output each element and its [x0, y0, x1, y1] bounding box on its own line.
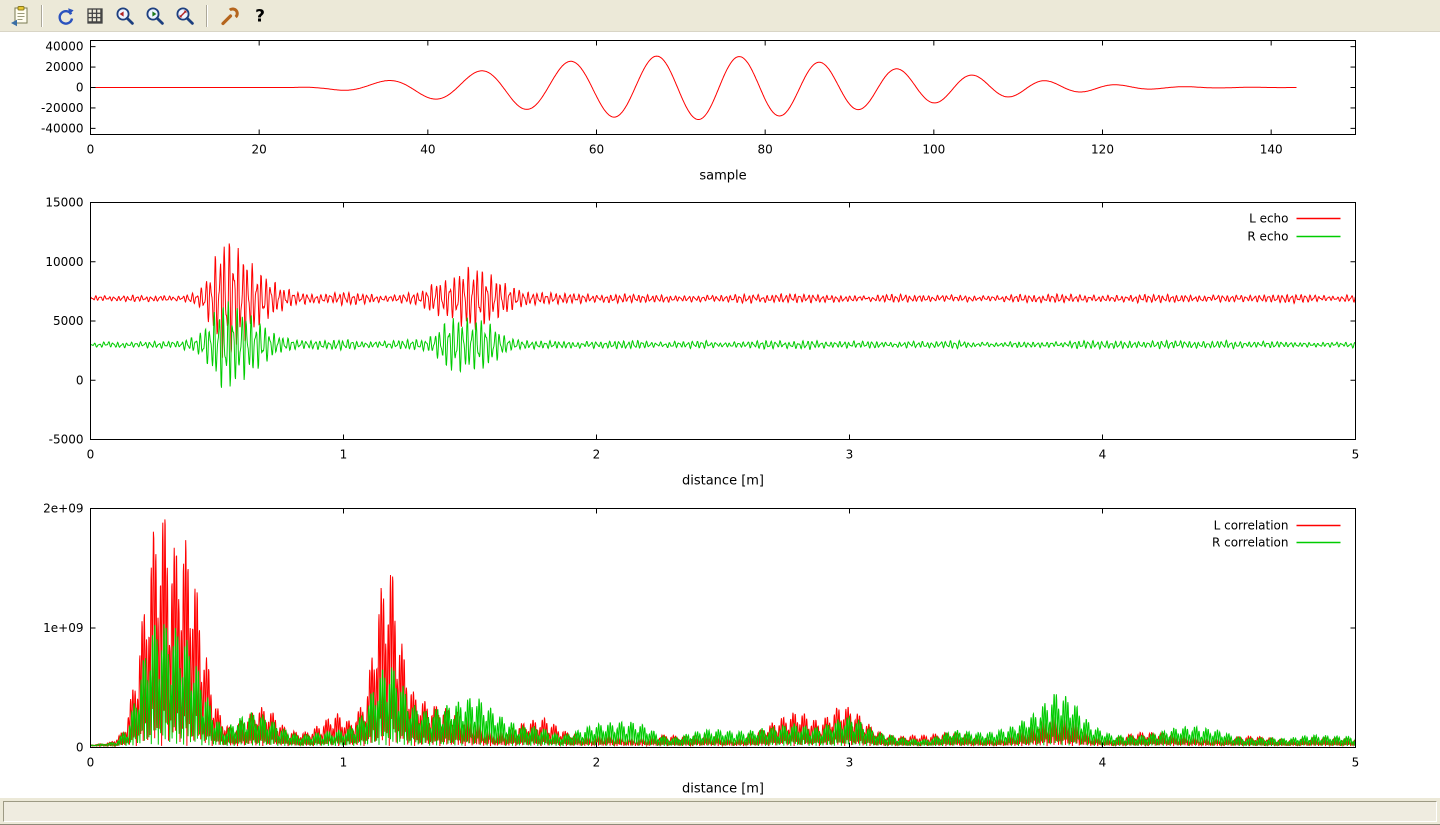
x-tick-label: 120: [1091, 143, 1114, 157]
x-tick-label: 5: [1352, 756, 1360, 770]
x-tick-label: 5: [1352, 448, 1360, 462]
toolbar-separator: [206, 5, 208, 27]
y-tick-label: -40000: [41, 121, 84, 135]
series-signal: [91, 56, 1297, 119]
toolbar: ?: [0, 0, 1440, 32]
y-tick-label: 0: [76, 741, 84, 755]
autoscale-button[interactable]: [171, 2, 198, 29]
y-tick-label: -20000: [41, 101, 84, 115]
svg-text:?: ?: [255, 6, 265, 26]
zoom-previous-icon: [114, 5, 136, 27]
y-tick-label: 0: [76, 373, 84, 387]
legend-label: L correlation: [1214, 519, 1289, 533]
plots-svg: 020406080100120140-40000-200000200004000…: [0, 32, 1440, 797]
help-button[interactable]: ?: [246, 2, 273, 29]
y-tick-label: 15000: [45, 196, 83, 210]
x-tick-label: 2: [593, 756, 601, 770]
y-tick-label: 1e+09: [43, 621, 83, 635]
series-l-correlation: [91, 519, 1356, 746]
x-tick-label: 20: [252, 143, 267, 157]
y-tick-label: 5000: [53, 314, 84, 328]
plot-border: [91, 509, 1356, 748]
x-tick-label: 0: [87, 448, 95, 462]
x-tick-label: 2: [593, 448, 601, 462]
copy-to-clipboard-button[interactable]: [6, 2, 33, 29]
config-icon: [219, 5, 241, 27]
status-text: [3, 801, 1437, 822]
clipboard-icon: [9, 5, 31, 27]
legend-label: R correlation: [1212, 536, 1289, 550]
x-tick-label: 1: [340, 756, 348, 770]
y-tick-label: 20000: [45, 60, 83, 74]
x-axis-label: distance [m]: [682, 474, 764, 489]
plot-0: 0 20 40 60 80 100 120 140 -40000 -20000 0 20000 4000…: [41, 40, 1356, 184]
toggle-grid-button[interactable]: [81, 2, 108, 29]
x-tick-label: 100: [922, 143, 945, 157]
configure-button[interactable]: [216, 2, 243, 29]
x-tick-label: 3: [846, 756, 854, 770]
x-tick-label: 60: [589, 143, 604, 157]
legend-label: L echo: [1249, 212, 1288, 226]
y-tick-label: 10000: [45, 255, 83, 269]
x-axis-label: distance [m]: [682, 782, 764, 797]
zoom-next-icon: [144, 5, 166, 27]
y-tick-label: 2e+09: [43, 502, 83, 516]
x-tick-label: 3: [846, 448, 854, 462]
plot-border: [91, 203, 1356, 440]
series-r-echo: [91, 301, 1356, 387]
replot-button[interactable]: [51, 2, 78, 29]
autoscale-icon: [174, 5, 196, 27]
y-tick-label: 0: [76, 81, 84, 95]
plot-canvas[interactable]: 020406080100120140-40000-200000200004000…: [0, 32, 1440, 797]
x-tick-label: 80: [758, 143, 773, 157]
grid-icon: [84, 5, 106, 27]
legend-label: R echo: [1247, 230, 1288, 244]
y-tick-label: -5000: [49, 433, 84, 447]
zoom-previous-button[interactable]: [111, 2, 138, 29]
zoom-next-button[interactable]: [141, 2, 168, 29]
plot-1: 012345-5000050001000015000distance [m]L …: [45, 196, 1359, 489]
y-tick-label: 40000: [45, 40, 83, 54]
x-tick-label: 40: [420, 143, 435, 157]
x-tick-label: 1: [340, 448, 348, 462]
x-tick-label: 0: [87, 756, 95, 770]
status-bar: [0, 797, 1440, 825]
x-tick-label: 0: [87, 143, 95, 157]
help-icon: ?: [249, 5, 271, 27]
x-tick-label: 140: [1260, 143, 1283, 157]
gnuplot-window: ? 020406080100120140-40000-2000002000040…: [0, 0, 1440, 825]
x-tick-label: 4: [1099, 448, 1107, 462]
plot-2: 0 1 2 3 4 5 0 1e+09 2e+09 distance [m] L correlati…: [43, 502, 1359, 797]
x-axis-label: sample: [699, 169, 746, 184]
replot-icon: [54, 5, 76, 27]
toolbar-separator: [41, 5, 43, 27]
x-tick-label: 4: [1099, 756, 1107, 770]
